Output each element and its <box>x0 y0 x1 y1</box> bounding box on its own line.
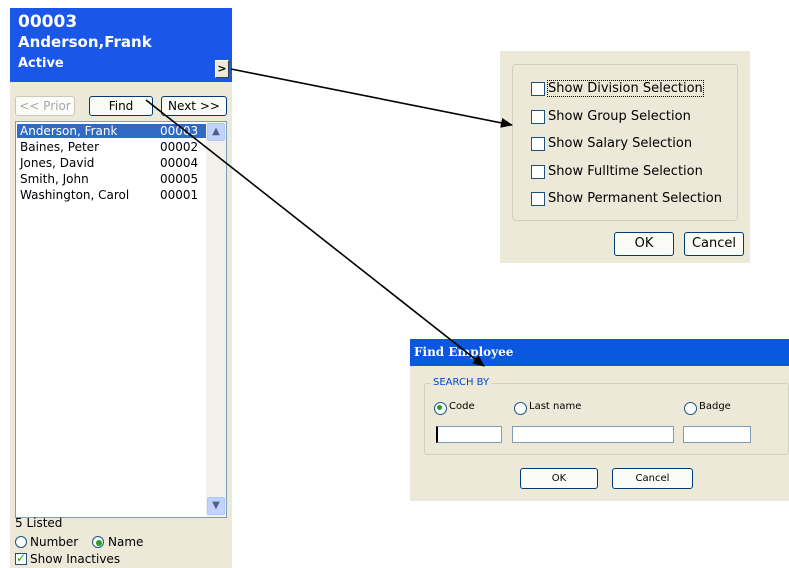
list-scrollbar[interactable]: ▲ ▼ <box>206 122 226 517</box>
employee-name: Anderson,Frank <box>18 33 152 51</box>
show-permanent-label: Show Permanent Selection <box>548 191 722 206</box>
show-salary-label: Show Salary Selection <box>548 136 693 151</box>
options-popup: Show Division Selection Show Group Selec… <box>500 51 750 263</box>
search-lastname-label: Last name <box>529 401 582 412</box>
find-ok-button[interactable]: OK <box>520 468 598 489</box>
show-salary-checkbox[interactable] <box>531 137 545 151</box>
sort-number-radio[interactable] <box>15 536 27 548</box>
search-code-radio[interactable] <box>434 402 447 415</box>
show-group-checkbox[interactable] <box>531 110 545 124</box>
expand-to-options-arrow <box>230 68 513 128</box>
list-item[interactable]: Anderson, Frank 00003 <box>17 124 207 138</box>
search-lastname-radio[interactable] <box>514 402 527 415</box>
show-division-checkbox[interactable] <box>531 82 545 96</box>
list-item-code: 00003 <box>160 124 199 138</box>
scroll-up-icon[interactable]: ▲ <box>207 123 225 141</box>
sort-name-label: Name <box>108 535 144 549</box>
employee-status: Active <box>18 56 64 71</box>
list-item[interactable]: Baines, Peter 00002 <box>17 140 207 154</box>
listed-count: 5 Listed <box>15 516 63 530</box>
show-permanent-checkbox[interactable] <box>531 192 545 206</box>
search-by-group <box>424 383 789 455</box>
search-badge-label: Badge <box>699 401 731 412</box>
find-cancel-button[interactable]: Cancel <box>612 468 693 489</box>
show-division-label: Show Division Selection <box>547 80 704 97</box>
expand-options-button[interactable]: > <box>215 60 229 78</box>
badge-input[interactable] <box>683 426 751 443</box>
list-item[interactable]: Jones, David 00004 <box>17 156 207 170</box>
prior-button[interactable]: << Prior <box>15 96 75 116</box>
employee-header: 00003 Anderson,Frank Active > <box>10 8 232 82</box>
scroll-down-icon[interactable]: ▼ <box>207 497 225 515</box>
list-item-code: 00004 <box>160 156 199 170</box>
list-item-name: Baines, Peter <box>20 140 100 154</box>
show-fulltime-checkbox[interactable] <box>531 165 545 179</box>
show-inactives-checkbox[interactable] <box>15 551 27 565</box>
next-button[interactable]: Next >> <box>161 96 227 116</box>
employee-panel: 00003 Anderson,Frank Active > << Prior F… <box>10 8 232 568</box>
popup-ok-button[interactable]: OK <box>614 232 674 256</box>
list-item-code: 00001 <box>160 188 199 202</box>
last-name-input[interactable] <box>512 426 674 443</box>
list-item[interactable]: Smith, John 00005 <box>17 172 207 186</box>
find-employee-dialog: Find Employee SEARCH BY Code Last name B… <box>410 339 789 501</box>
search-by-label: SEARCH BY <box>430 377 493 388</box>
employee-list[interactable]: Anderson, Frank 00003 Baines, Peter 0000… <box>15 121 227 518</box>
popup-cancel-button[interactable]: Cancel <box>684 232 744 256</box>
search-code-label: Code <box>449 401 475 412</box>
dialog-titlebar[interactable]: Find Employee <box>410 339 789 366</box>
sort-name-radio[interactable] <box>92 536 104 548</box>
list-item-name: Anderson, Frank <box>20 124 118 138</box>
code-input[interactable] <box>436 426 502 443</box>
sort-number-label: Number <box>30 535 79 549</box>
list-item-name: Jones, David <box>20 156 95 170</box>
options-group: Show Division Selection Show Group Selec… <box>512 64 738 221</box>
list-item-name: Washington, Carol <box>20 188 130 202</box>
list-item-name: Smith, John <box>20 172 89 186</box>
show-fulltime-label: Show Fulltime Selection <box>548 164 703 179</box>
find-button[interactable]: Find <box>89 96 153 116</box>
list-item-code: 00002 <box>160 140 199 154</box>
search-badge-radio[interactable] <box>684 402 697 415</box>
employee-code: 00003 <box>18 12 78 32</box>
show-group-label: Show Group Selection <box>548 109 691 124</box>
dialog-title: Find Employee <box>414 345 514 359</box>
list-item[interactable]: Washington, Carol 00001 <box>17 188 207 202</box>
show-inactives-label: Show Inactives <box>30 552 121 566</box>
list-item-code: 00005 <box>160 172 199 186</box>
